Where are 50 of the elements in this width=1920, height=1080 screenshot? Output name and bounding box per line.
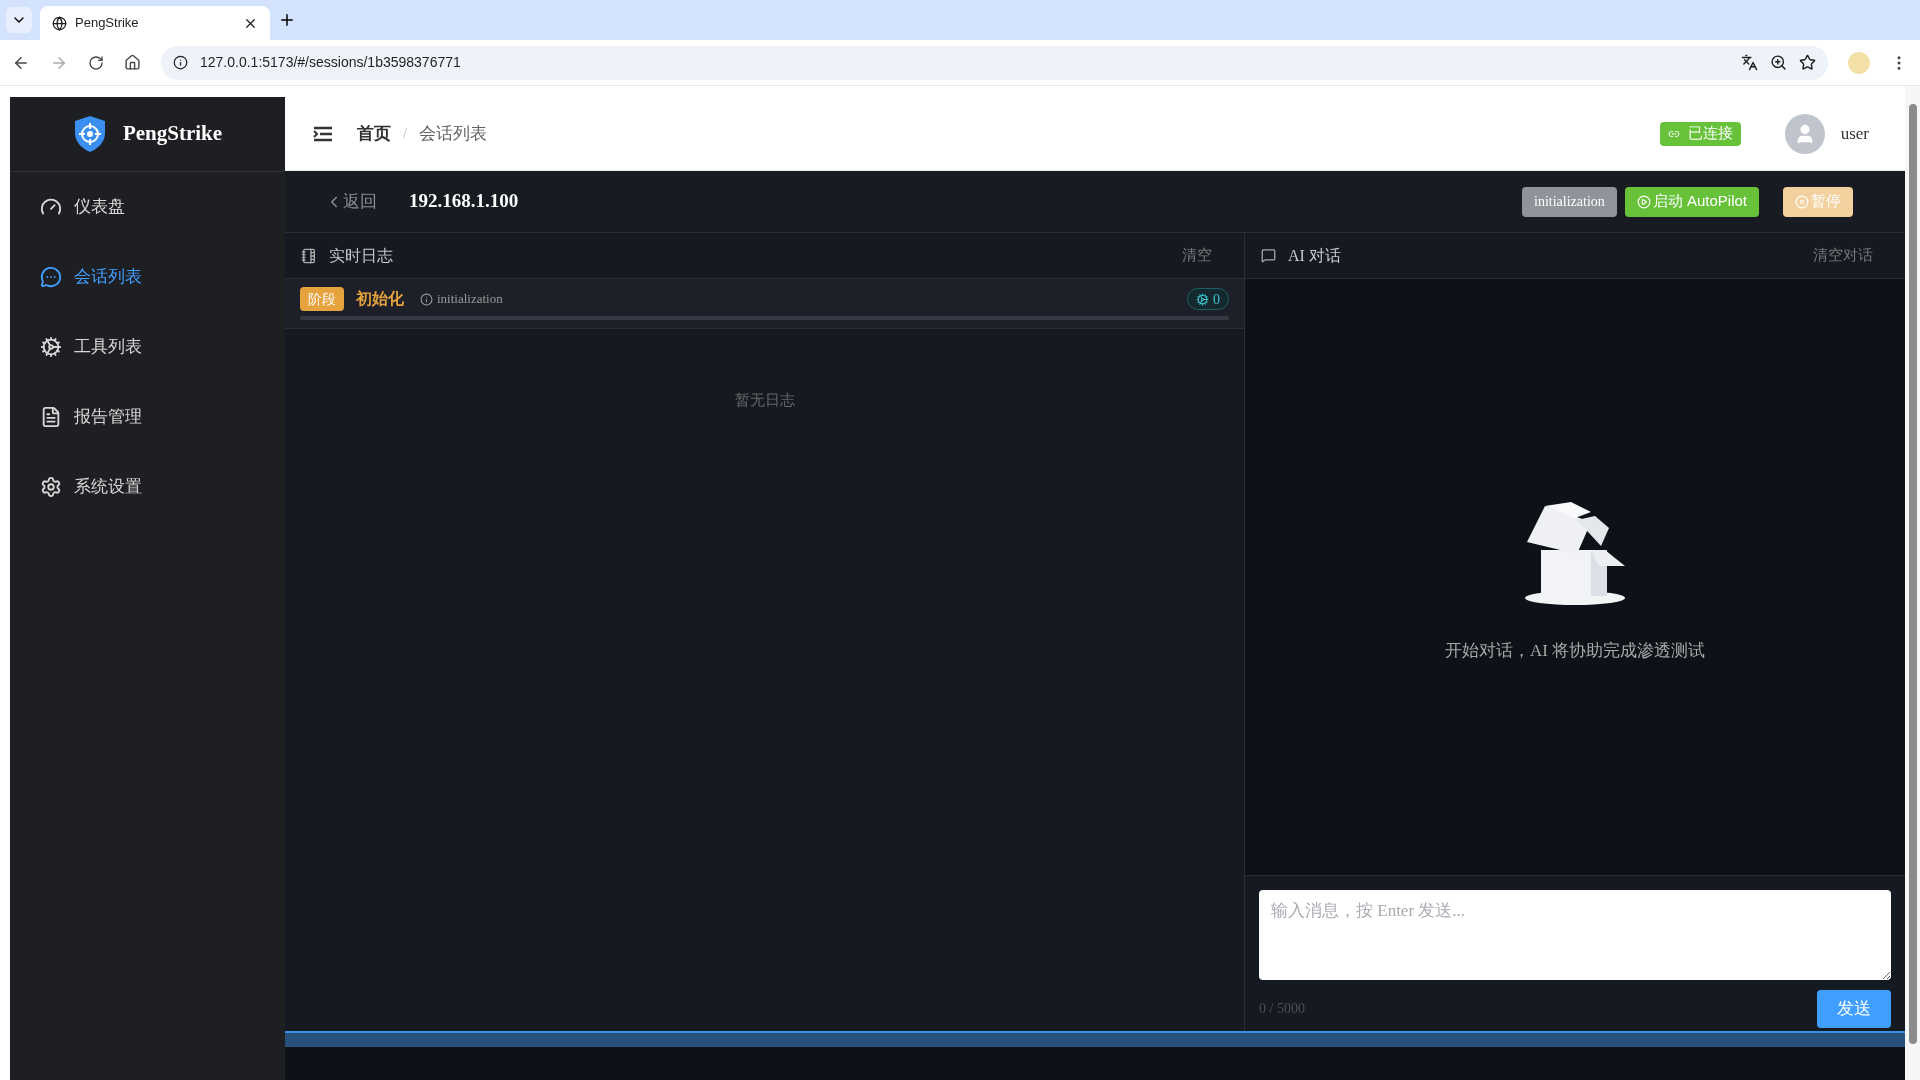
browser-tab[interactable]: PengStrike [40, 6, 270, 40]
back-link[interactable]: 返回 [325, 188, 377, 215]
play-icon [1636, 194, 1651, 209]
translate-icon [1741, 54, 1758, 71]
pause-icon [1795, 194, 1809, 209]
sidebar-item[interactable]: 仪表盘 [10, 172, 285, 242]
breadcrumb-separator: / [403, 125, 407, 143]
stage-hint: initialization [437, 290, 503, 309]
star-icon [1799, 54, 1816, 71]
home-icon[interactable] [124, 54, 141, 71]
new-tab-icon[interactable] [278, 11, 296, 29]
chat-icon [1261, 248, 1276, 263]
stage-name: 初始化 [356, 289, 404, 309]
panel-title: AI 对话 [1288, 245, 1341, 266]
horizontal-scrollbar[interactable] [285, 1031, 1905, 1047]
stage-tag: 阶段 [300, 287, 344, 311]
panel-title: 实时日志 [329, 245, 393, 266]
phase-tag: initialization [1522, 186, 1617, 217]
tab-list-icon[interactable] [6, 7, 32, 33]
message-input[interactable]: 输入消息，按 Enter 发送... [1259, 890, 1891, 980]
target-ip: 192.168.1.100 [409, 189, 519, 214]
shield-logo-icon [72, 115, 107, 153]
menu-fold-icon[interactable] [313, 125, 333, 142]
address-bar[interactable]: 127.0.0.1:5173/#/sessions/1b3598376771 [161, 45, 1828, 80]
brand-name: PengStrike [122, 120, 223, 148]
info-icon [420, 292, 433, 306]
sidebar-item[interactable]: 会话列表 [10, 242, 285, 312]
globe-icon [52, 15, 67, 31]
gear-icon [40, 336, 62, 358]
chat-icon [40, 266, 62, 288]
empty-text: 暂无日志 [734, 391, 795, 410]
user-name[interactable]: user [1840, 120, 1869, 147]
breadcrumb-item[interactable]: 首页 [357, 120, 391, 147]
tool-count-badge: 0 [1187, 288, 1229, 310]
empty-text: 开始对话，AI 将协助完成渗透测试 [1444, 640, 1706, 662]
sidebar-item[interactable]: 报告管理 [10, 382, 285, 452]
notebook-icon [301, 247, 317, 264]
clear-button[interactable]: 清空 [1182, 244, 1212, 267]
zoom-icon [1770, 54, 1787, 71]
connection-badge: 已连接 [1659, 121, 1741, 146]
breadcrumb-item: 会话列表 [418, 122, 487, 145]
sidebar-item[interactable]: 系统设置 [10, 452, 285, 522]
document-icon [40, 406, 62, 428]
reload-icon[interactable] [88, 54, 104, 71]
info-icon [173, 55, 188, 70]
settings-icon [40, 476, 62, 498]
sidebar-item[interactable]: 工具列表 [10, 312, 285, 382]
clear-chat-button[interactable]: 清空对话 [1813, 244, 1873, 267]
scrollbar[interactable] [1905, 86, 1920, 1080]
gear-icon [1196, 292, 1209, 306]
